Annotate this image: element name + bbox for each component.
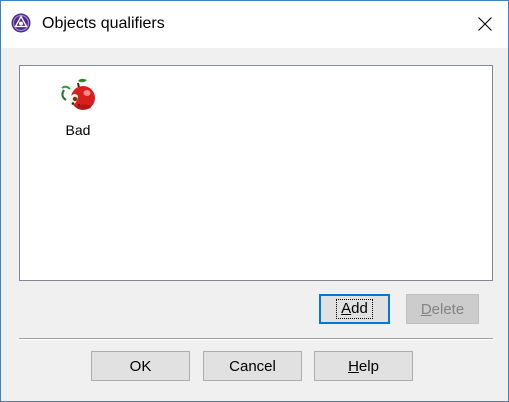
add-mnemonic: A — [341, 300, 352, 317]
add-label: dd — [351, 300, 368, 317]
title-bar[interactable]: Objects qualifiers — [1, 1, 508, 48]
dialog-window: Objects qualifiers Bad Add Delete OK Can… — [0, 0, 509, 402]
close-icon — [478, 17, 492, 31]
app-logo-icon — [11, 13, 31, 33]
help-button[interactable]: Help — [314, 351, 413, 381]
cancel-label: Cancel — [229, 357, 276, 375]
ok-label: OK — [129, 357, 152, 375]
list-item[interactable]: Bad — [50, 76, 106, 139]
help-mnemonic: H — [348, 357, 359, 375]
delete-mnemonic: D — [420, 300, 432, 318]
help-label: elp — [358, 357, 379, 375]
cancel-button[interactable]: Cancel — [203, 351, 302, 381]
list-item-label: Bad — [65, 122, 91, 138]
close-button[interactable] — [462, 1, 508, 47]
qualifiers-list[interactable]: Bad — [19, 65, 493, 281]
separator — [19, 338, 493, 340]
window-title: Objects qualifiers — [42, 15, 165, 32]
delete-button[interactable]: Delete — [406, 294, 479, 324]
rotten-apple-icon — [61, 78, 95, 110]
add-button[interactable]: Add — [319, 294, 390, 324]
delete-label: elete — [431, 300, 465, 318]
ok-button[interactable]: OK — [91, 351, 190, 381]
